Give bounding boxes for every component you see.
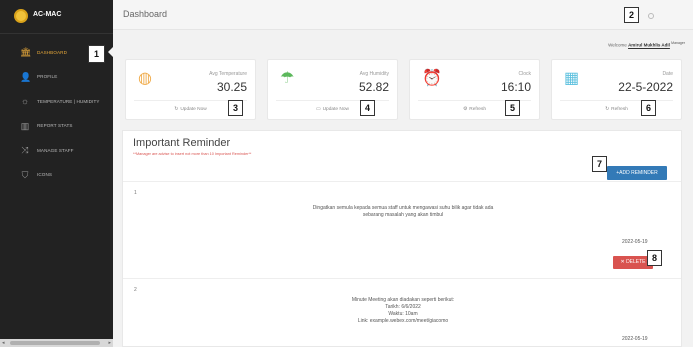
refresh-icon: ↻ <box>174 107 179 112</box>
reminder-date: 2022-05-19 <box>622 239 648 245</box>
callout-4: 4 <box>360 100 375 116</box>
brand-logo-icon <box>14 9 28 23</box>
shuffle-icon: ⤨ <box>21 145 29 156</box>
reminder-number: 2 <box>134 287 137 293</box>
bar-chart-icon: ▥ <box>20 120 30 131</box>
callout-2: 2 <box>624 7 639 23</box>
card-action-label: Refresh <box>469 107 487 112</box>
reminder-text: Minute Meeting akan diadakan seperti ber… <box>123 297 683 325</box>
reminder-line: sebarang masalah yang akan timbul <box>362 212 444 218</box>
gear-icon: ⚙ <box>462 107 468 112</box>
reminder-line: Minute Meeting akan diadakan seperti ber… <box>351 297 455 303</box>
reminder-date: 2022-05-19 <box>622 336 648 342</box>
sun-icon: ☼ <box>20 96 30 107</box>
divider <box>123 181 681 182</box>
reminder-line: Tarikh: 6/6/2022 <box>385 304 421 310</box>
sidebar-item-profile[interactable]: 👤 PROFILE <box>0 65 113 90</box>
card-label: Clock <box>518 71 531 77</box>
brand[interactable]: AC-MAC <box>0 0 113 34</box>
callout-8: 8 <box>647 250 662 266</box>
sidebar-item-label: ICONS <box>37 172 53 178</box>
reminder-line: Waktu: 10am <box>388 311 418 317</box>
reminder-line: Link: example.webex.com/meet/giacomo <box>357 318 449 324</box>
scrollbar-thumb[interactable] <box>10 341 100 345</box>
sidebar: AC-MAC 🏛 DASHBOARD 👤 PROFILE ☼ TEMPERATU… <box>0 0 114 347</box>
sidebar-item-report-stats[interactable]: ▥ REPORT STATS <box>0 114 113 139</box>
card-clock: ⏰ Clock 16:10 ⚙ Refresh <box>409 59 540 120</box>
welcome-text: Welcome Amirul Mukhlis Adil Manager <box>608 41 685 48</box>
sidebar-item-label: TEMPERATURE | HUMIDITY <box>37 98 100 104</box>
card-label: Date <box>662 71 673 77</box>
card-action-label: Update Now <box>322 107 349 112</box>
shield-icon: ⛉ <box>21 169 29 180</box>
reminder-text: Dingatkan semula kepada semua staff untu… <box>123 205 683 219</box>
basketball-icon: ◍ <box>138 70 152 87</box>
reminder-line: Dingatkan semula kepada semua staff untu… <box>312 205 494 211</box>
app-root: AC-MAC 🏛 DASHBOARD 👤 PROFILE ☼ TEMPERATU… <box>0 0 693 347</box>
callout-7: 7 <box>592 156 607 172</box>
card-label: Avg Humidity <box>359 71 389 77</box>
card-date: ▦ Date 22-5-2022 ↻ Refresh <box>551 59 682 120</box>
sidebar-item-label: REPORT STATS <box>37 123 73 129</box>
reminder-note: **Manager are advise to insert not more … <box>133 152 252 156</box>
card-value: 30.25 <box>216 80 247 94</box>
calendar-small-icon: ▭ <box>316 107 321 112</box>
settings-dot-icon[interactable] <box>648 13 654 19</box>
callout-6: 6 <box>641 100 656 116</box>
sidebar-item-manage-staff[interactable]: ⤨ MANAGE STAFF <box>0 138 113 163</box>
user-role: Manager <box>671 41 685 45</box>
page-title: Dashboard <box>123 9 168 19</box>
refresh-icon: ↻ <box>605 107 610 112</box>
callout-5: 5 <box>505 100 520 116</box>
divider <box>123 278 681 279</box>
scroll-left-icon[interactable]: ◂ <box>2 340 5 346</box>
user-name-link[interactable]: Amirul Mukhlis Adil <box>628 43 670 48</box>
card-label: Avg Temperature <box>209 71 247 77</box>
card-avg-humidity: ☂ Avg Humidity 52.82 ▭ Update Now <box>267 59 398 120</box>
sidebar-item-label: DASHBOARD <box>37 49 67 55</box>
sidebar-item-label: MANAGE STAFF <box>37 147 74 153</box>
card-value: 22-5-2022 <box>618 80 673 94</box>
scroll-right-icon[interactable]: ▸ <box>108 340 111 346</box>
reminder-number: 1 <box>134 190 137 196</box>
sidebar-item-label: PROFILE <box>37 74 58 80</box>
reminder-title: Important Reminder <box>133 137 231 149</box>
card-action-label: Refresh <box>611 107 628 112</box>
refresh-button[interactable]: ↻ Refresh <box>552 107 681 112</box>
alarm-clock-icon: ⏰ <box>422 70 442 87</box>
brand-name: AC-MAC <box>33 11 62 18</box>
card-divider <box>560 100 673 101</box>
top-bar: Dashboard <box>113 0 693 30</box>
card-value: 16:10 <box>500 80 531 94</box>
sidebar-item-temperature-humidity[interactable]: ☼ TEMPERATURE | HUMIDITY <box>0 89 113 114</box>
add-reminder-button[interactable]: +ADD REMINDER <box>607 166 667 180</box>
callout-1: 1 <box>88 45 105 63</box>
umbrella-icon: ☂ <box>280 70 295 87</box>
card-action-label: Update Now <box>180 107 207 112</box>
card-value: 52.82 <box>358 80 389 94</box>
update-now-button[interactable]: ▭ Update Now <box>268 107 397 112</box>
welcome-prefix: Welcome <box>608 42 627 48</box>
user-icon: 👤 <box>20 71 32 82</box>
bank-icon: 🏛 <box>20 47 32 58</box>
sidebar-scrollbar[interactable]: ◂ ▸ <box>0 339 113 347</box>
sidebar-item-icons[interactable]: ⛉ ICONS <box>0 163 113 188</box>
calendar-icon: ▦ <box>564 70 580 87</box>
callout-3: 3 <box>228 100 243 116</box>
